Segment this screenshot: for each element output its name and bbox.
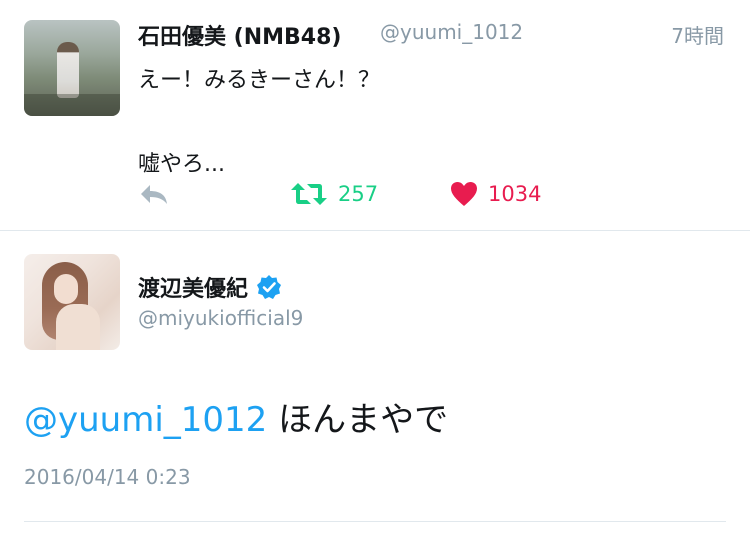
timestamp[interactable]: 7時間 [671, 20, 724, 49]
avatar-figure [57, 42, 79, 98]
mention-link[interactable]: @yuumi_1012 [24, 400, 267, 440]
retweet-count: 257 [338, 182, 379, 206]
heart-icon [451, 182, 477, 206]
author-handle[interactable]: @miyukiofficial9 [138, 306, 303, 330]
reply-text: @yuumi_1012 ほんまやで [24, 392, 448, 441]
avatar-face [54, 274, 78, 304]
retweet-button[interactable]: 257 [290, 178, 378, 210]
avatar-body [56, 304, 100, 350]
reply-button[interactable] [138, 178, 170, 210]
author-name[interactable]: 石田優美 (NMB48) [138, 19, 341, 51]
reply-body: ほんまやで [267, 400, 449, 440]
tweet-text: えー！みるきーさん！？ 嘘やろ... [138, 60, 380, 186]
like-count: 1034 [488, 182, 542, 206]
author-name: 渡辺美優紀 [138, 277, 249, 302]
avatar[interactable] [24, 254, 120, 350]
tweet-text-gap [138, 102, 380, 144]
avatar[interactable] [24, 20, 120, 116]
divider [24, 521, 726, 522]
avatar-shadow [24, 94, 120, 116]
author-name-row[interactable]: 渡辺美優紀 [138, 271, 282, 303]
author-handle[interactable]: @yuumi_1012 [380, 20, 523, 44]
like-button[interactable]: 1034 [450, 178, 541, 210]
tweet-date: 2016/04/14 0:23 [24, 465, 191, 489]
tweet-text-line: えー！みるきーさん！？ [138, 68, 381, 93]
verified-badge-icon [257, 275, 282, 299]
retweet-icon [291, 183, 327, 205]
reply-icon [141, 185, 167, 204]
divider [0, 230, 750, 231]
